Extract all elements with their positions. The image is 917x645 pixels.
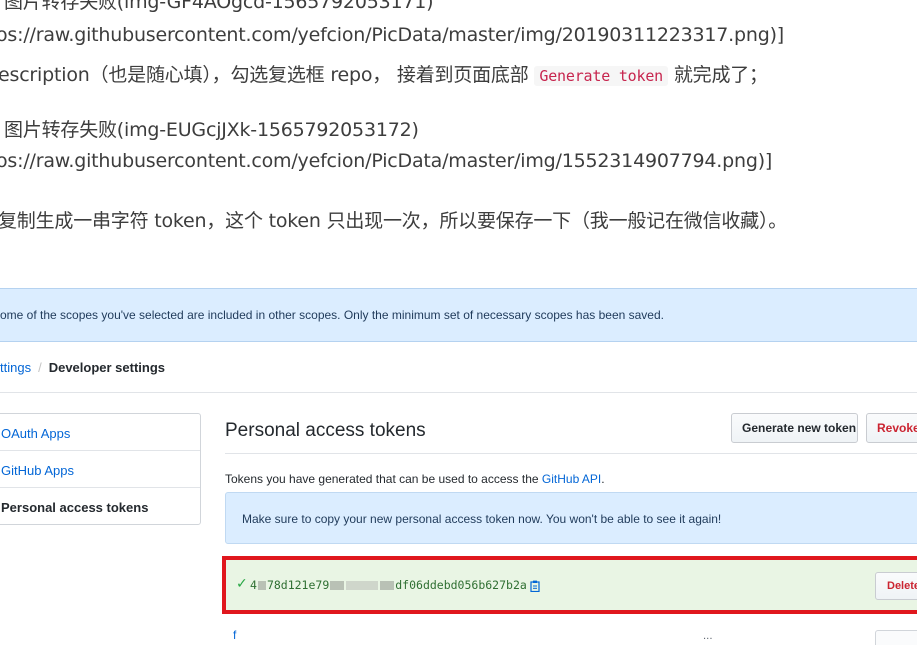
clipboard-icon[interactable] <box>530 580 540 592</box>
copy-token-notice: Make sure to copy your new personal acce… <box>225 492 917 544</box>
redacted-block <box>346 581 379 590</box>
breadcrumb-current: Developer settings <box>48 360 166 375</box>
developer-settings-menu: OAuth Apps GitHub Apps Personal access t… <box>0 413 201 525</box>
menu-item-label: Personal access tokens <box>1 500 149 515</box>
description-period: . <box>601 472 605 486</box>
scopes-flash-banner: ome of the scopes you've selected are in… <box>0 288 917 342</box>
github-settings-screenshot: ome of the scopes you've selected are in… <box>0 288 917 645</box>
header-divider <box>0 392 917 393</box>
token-value: 4 78d121e79 df06ddebd056b627b2a <box>250 578 540 592</box>
image-failed-line-2: 图片转存失败(img-EUGcjJXk-1565792053172) <box>4 119 419 141</box>
revoke-all-button[interactable]: Revoke <box>866 413 917 443</box>
image-url-line-2: os://raw.githubusercontent.com/yefcion/P… <box>0 150 773 172</box>
page-title: Personal access tokens <box>225 420 426 441</box>
generate-new-token-button[interactable]: Generate new token <box>731 413 858 443</box>
check-icon: ✓ <box>236 576 248 592</box>
github-api-link[interactable]: GitHub API <box>542 472 601 486</box>
tokens-description: Tokens you have generated that can be us… <box>225 472 605 486</box>
token-end: df06ddebd056b627b2a <box>395 578 527 592</box>
blog-article: 图片转存失败(img-GF4AOgcd-1565792053171) os://… <box>0 0 917 250</box>
image-url-line-1: os://raw.githubusercontent.com/yefcion/P… <box>0 24 785 46</box>
menu-item-label: OAuth Apps <box>1 426 71 441</box>
redacted-block <box>257 581 266 590</box>
token-middle: 78d121e79 <box>266 578 330 592</box>
copy-token-paragraph: 复制生成一串字符 token，这个 token 只出现一次，所以要保存一下（我一… <box>0 210 788 232</box>
redacted-block <box>330 581 345 590</box>
inline-code-generate-token: Generate token <box>534 66 669 86</box>
breadcrumb-settings-link[interactable]: ttings <box>0 360 31 375</box>
new-token-row: ✓ 4 78d121e79 df06ddebd056b627b2a Delete <box>222 556 917 614</box>
instruction-text-after: 就完成了； <box>673 64 768 86</box>
title-divider <box>225 453 917 454</box>
next-token-button[interactable] <box>875 630 917 645</box>
menu-item-label: GitHub Apps <box>1 463 74 478</box>
flash-message: ome of the scopes you've selected are in… <box>0 308 664 322</box>
image-failed-line-1: 图片转存失败(img-GF4AOgcd-1565792053171) <box>4 0 434 13</box>
menu-item-personal-access-tokens[interactable]: Personal access tokens <box>0 488 200 525</box>
breadcrumb: ttings / Developer settings <box>0 360 165 375</box>
next-token-name-link[interactable]: f <box>233 628 236 642</box>
redacted-block <box>380 581 395 590</box>
instruction-paragraph: escription（也是随心填），勾选复选框 repo， 接着到页面底部 Ge… <box>0 60 768 87</box>
delete-token-button[interactable]: Delete <box>875 572 917 600</box>
description-text: Tokens you have generated that can be us… <box>225 472 542 486</box>
menu-item-oauth-apps[interactable]: OAuth Apps <box>0 414 200 451</box>
breadcrumb-separator: / <box>38 360 42 375</box>
token-start: 4 <box>250 578 257 592</box>
instruction-text-before: escription（也是随心填），勾选复选框 repo， 接着到页面底部 <box>0 64 529 86</box>
menu-item-github-apps[interactable]: GitHub Apps <box>0 451 200 488</box>
notice-text: Make sure to copy your new personal acce… <box>242 512 722 526</box>
